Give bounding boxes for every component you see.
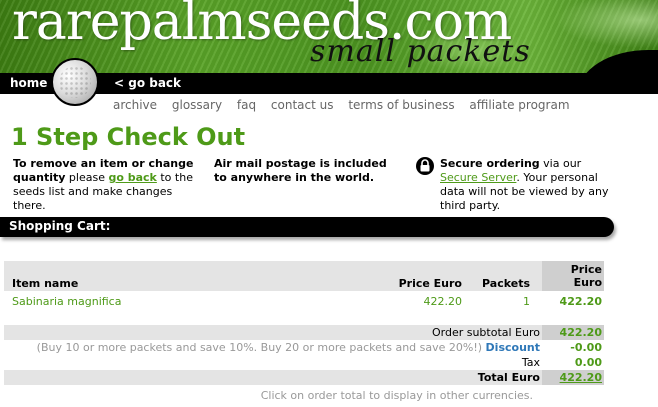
discount-row: (Buy 10 or more packets and save 10%. Bu… — [4, 340, 604, 355]
golf-ball-icon — [51, 58, 99, 106]
secure-server-link[interactable]: Secure Server — [440, 171, 516, 184]
col-packets: Packets — [464, 261, 542, 291]
currency-note: Click on order total to display in other… — [260, 389, 533, 402]
subnav-affiliate-program[interactable]: affiliate program — [469, 98, 569, 112]
header-banner: rarepalmseeds.com small packets — [0, 0, 658, 73]
total-cell: 422.20 — [542, 370, 604, 385]
remove-item-info: To remove an item or change quantity ple… — [13, 157, 203, 213]
site-logo-subtitle: small packets — [310, 34, 531, 69]
go-back-link[interactable]: go back — [108, 171, 156, 184]
total-label: Total Euro — [4, 370, 542, 385]
lock-icon — [416, 157, 434, 175]
secure-ordering-mid: via our — [539, 157, 582, 170]
cart-table: Item name Price Euro Packets Price Euro … — [4, 261, 604, 385]
order-total-link[interactable]: 422.20 — [560, 371, 602, 384]
cart-header-row: Item name Price Euro Packets Price Euro — [4, 261, 604, 291]
cart-item-row: Sabinaria magnifica 422.20 1 422.20 — [4, 291, 604, 311]
subtotal-value: 422.20 — [542, 325, 604, 340]
subnav-terms-of-business[interactable]: terms of business — [348, 98, 454, 112]
discount-label: Discount — [485, 341, 540, 354]
cart-item-packets: 1 — [523, 294, 530, 308]
shopping-cart-bar: Shopping Cart: — [0, 217, 614, 237]
secure-ordering-bold: Secure ordering — [440, 157, 540, 170]
air-mail-info: Air mail postage is included to anywhere… — [214, 157, 387, 184]
page-title: 1 Step Check Out — [11, 123, 246, 151]
discount-note: (Buy 10 or more packets and save 10%. Bu… — [36, 341, 483, 354]
subtotal-label: Order subtotal Euro — [4, 325, 542, 340]
discount-cell: (Buy 10 or more packets and save 10%. Bu… — [4, 340, 542, 355]
subnav-archive[interactable]: archive — [113, 98, 157, 112]
secondary-nav: archive glossary faq contact us terms of… — [113, 98, 581, 112]
cart-item-total: 422.20 — [559, 294, 602, 308]
tax-value: 0.00 — [574, 356, 602, 369]
nav-home-link[interactable]: home — [10, 76, 47, 90]
subnav-faq[interactable]: faq — [237, 98, 256, 112]
secure-ordering-info: Secure ordering via our Secure Server. Y… — [440, 157, 610, 213]
discount-value: -0.00 — [570, 341, 602, 354]
col-total-price: Price Euro — [542, 261, 604, 291]
total-row: Total Euro 422.20 — [4, 370, 604, 385]
col-item-name: Item name — [4, 261, 324, 291]
tax-label: Tax — [521, 356, 540, 369]
shopping-cart-label: Shopping Cart: — [9, 219, 111, 233]
col-price: Price Euro — [324, 261, 464, 291]
cart-item-price: 422.20 — [423, 294, 463, 308]
nav-go-back-link[interactable]: < go back — [114, 76, 181, 90]
subnav-glossary[interactable]: glossary — [172, 98, 222, 112]
cart-item-name[interactable]: Sabinaria magnifica — [4, 291, 324, 311]
subtotal-row: Order subtotal Euro 422.20 — [4, 325, 604, 340]
remove-item-info-mid: please — [65, 171, 109, 184]
subnav-contact-us[interactable]: contact us — [271, 98, 334, 112]
tax-row: Tax 0.00 — [4, 355, 604, 370]
